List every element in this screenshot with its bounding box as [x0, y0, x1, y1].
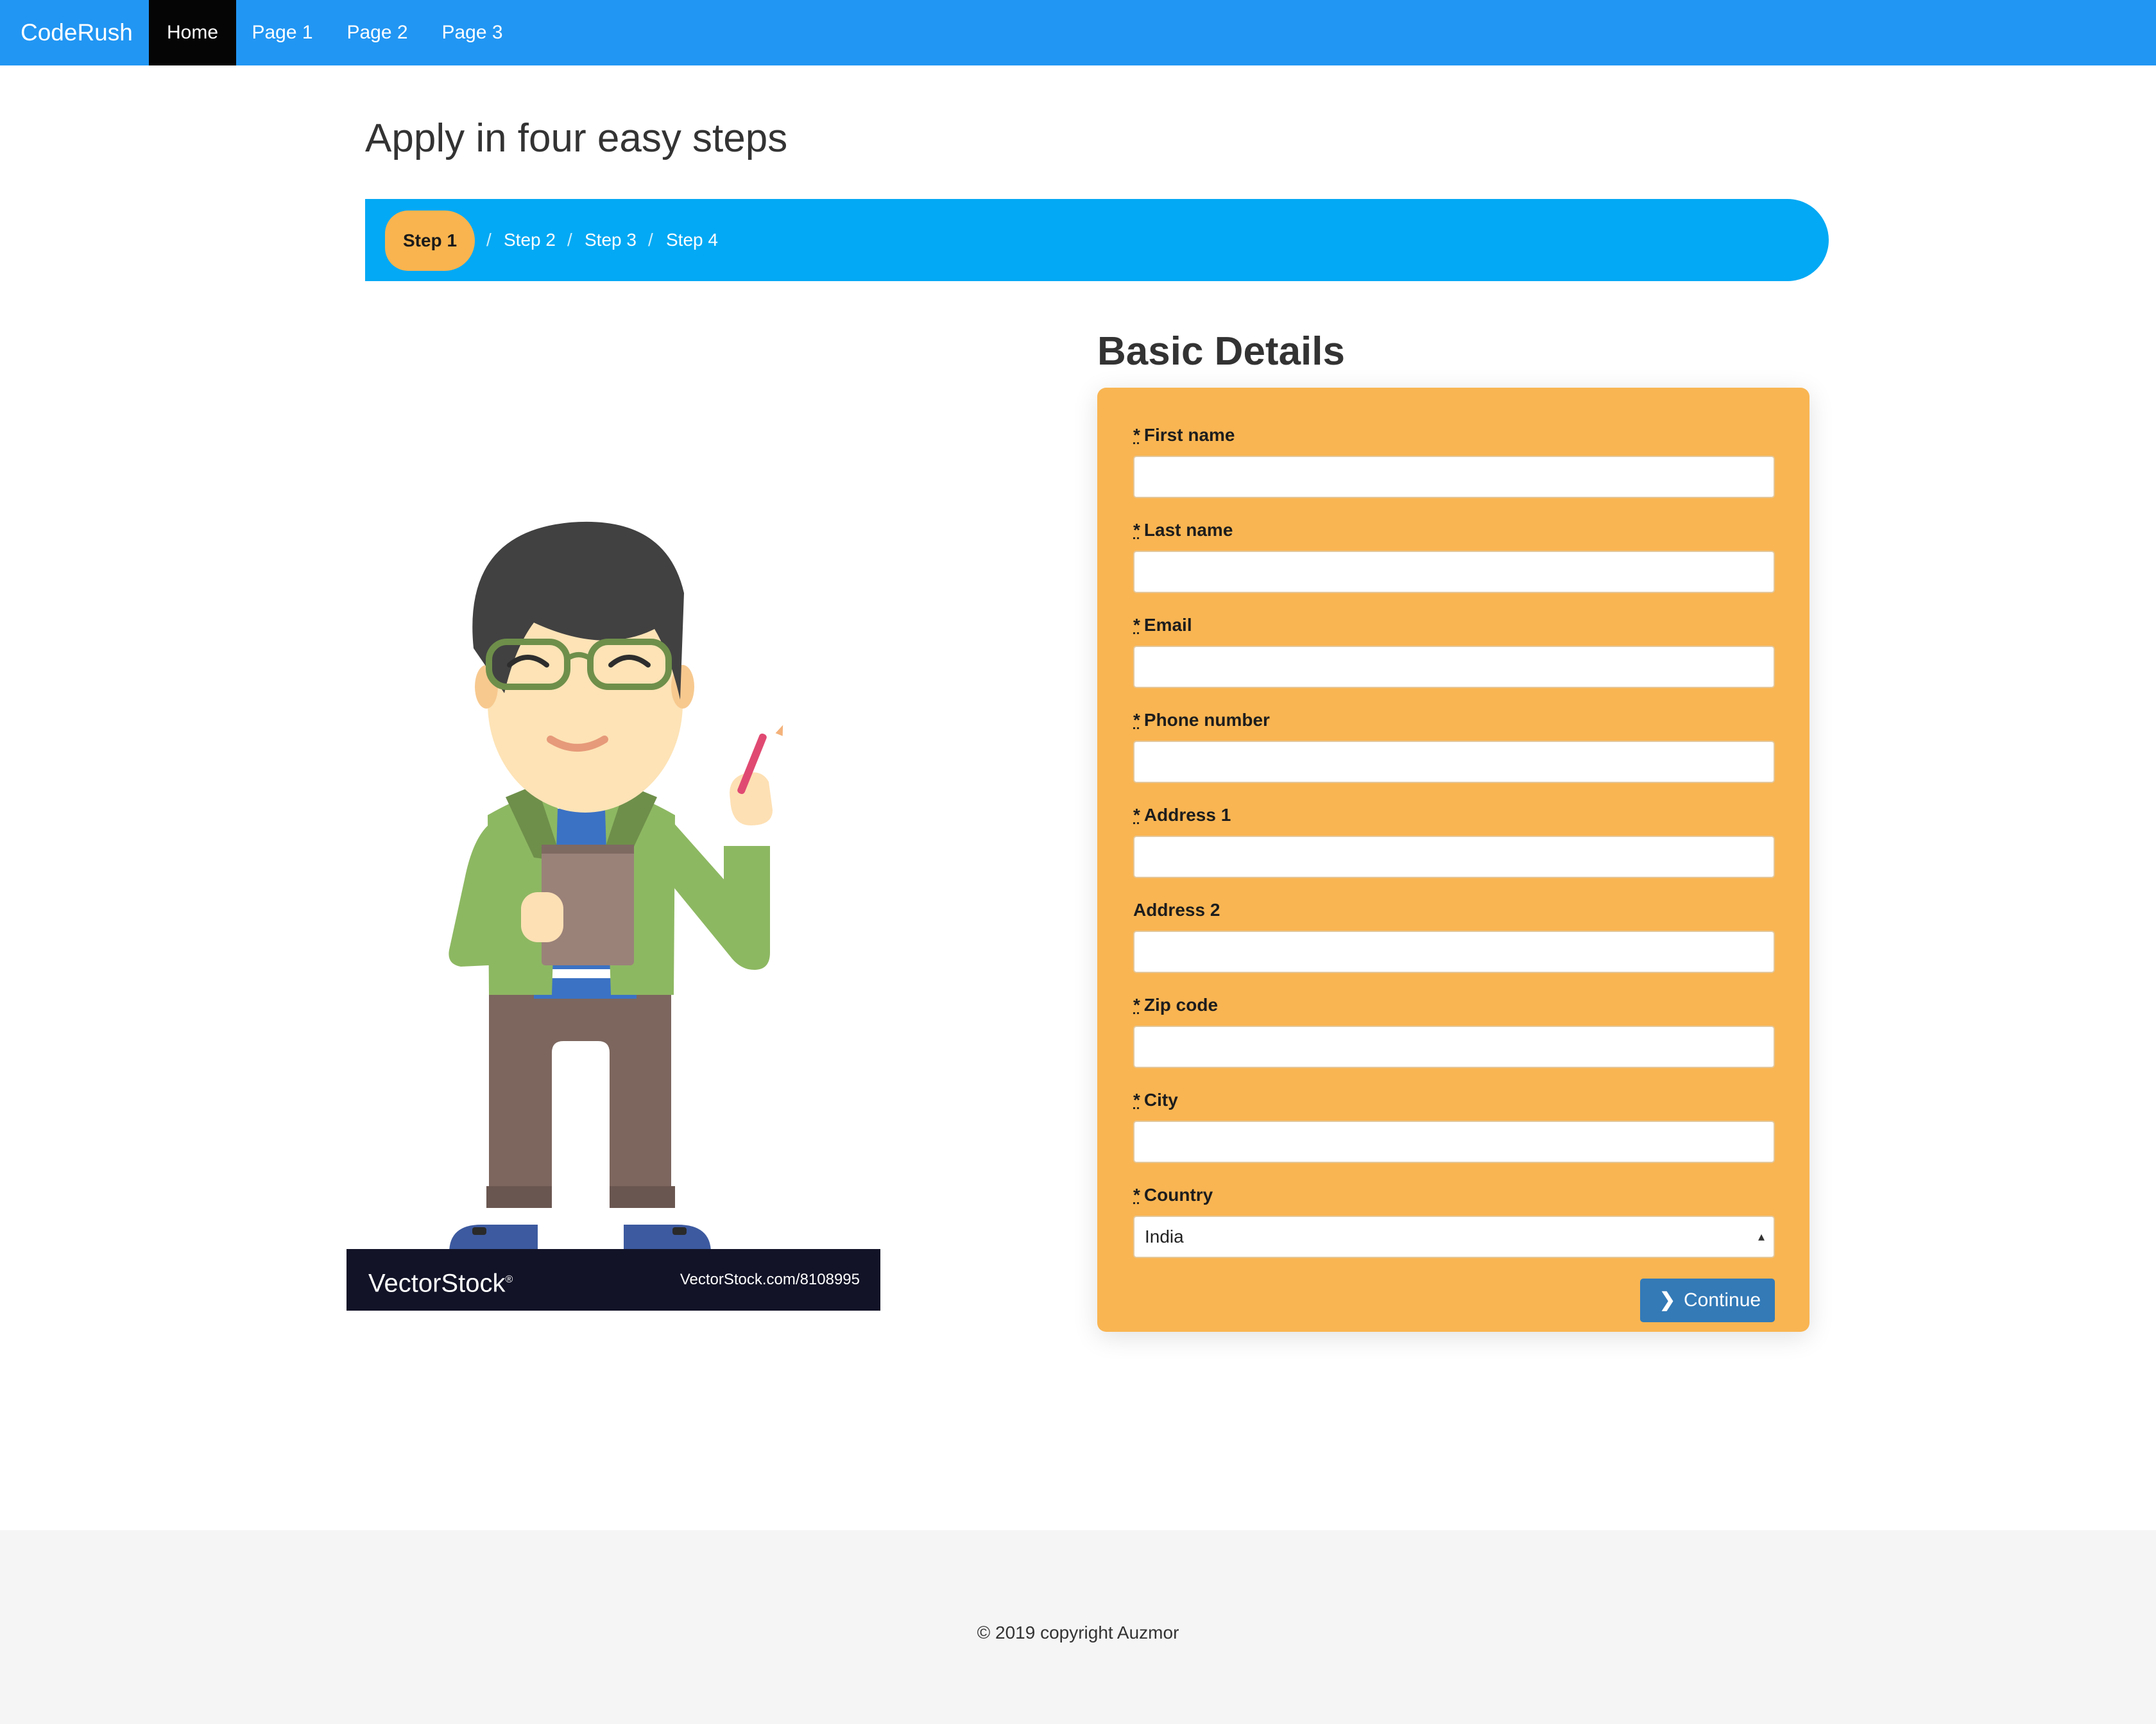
city-label: * City	[1133, 1090, 1178, 1110]
last-name-input[interactable]	[1133, 551, 1775, 593]
first-name-label: * First name	[1133, 425, 1235, 445]
city-input[interactable]	[1133, 1121, 1775, 1163]
vectorstock-watermark: VectorStock® VectorStock.com/8108995	[346, 1249, 880, 1311]
country-selected-value: India	[1145, 1227, 1184, 1246]
top-navbar: CodeRush Home Page 1 Page 2 Page 3	[0, 0, 2156, 65]
address-2-input[interactable]	[1133, 931, 1775, 973]
zip-code-label: * Zip code	[1133, 995, 1219, 1015]
page-title: Apply in four easy steps	[365, 116, 788, 160]
last-name-label: * Last name	[1133, 520, 1233, 540]
country-label: * Country	[1133, 1185, 1213, 1205]
step-3[interactable]: Step 3	[585, 199, 637, 281]
continue-button[interactable]: ❯ Continue	[1640, 1279, 1775, 1322]
step-progress-bar: Step 1 / Step 2 / Step 3 / Step 4	[365, 199, 1829, 281]
step-1-active[interactable]: Step 1	[385, 211, 475, 271]
country-select[interactable]: India ▴	[1133, 1216, 1775, 1258]
zip-code-input[interactable]	[1133, 1026, 1775, 1068]
footer: © 2019 copyright Auzmor	[0, 1530, 2156, 1724]
vectorstock-logo: VectorStock®	[368, 1269, 513, 1298]
phone-number-input[interactable]	[1133, 741, 1775, 783]
step-separator: /	[567, 230, 572, 250]
watermark-url: VectorStock.com/8108995	[680, 1271, 860, 1288]
select-arrows-icon: ▴	[1758, 1230, 1765, 1244]
step-separator: /	[648, 230, 653, 250]
email-label: * Email	[1133, 615, 1192, 635]
email-input[interactable]	[1133, 646, 1775, 688]
address-1-label: * Address 1	[1133, 805, 1231, 825]
continue-label: Continue	[1684, 1289, 1761, 1311]
basic-details-title: Basic Details	[1097, 329, 1345, 374]
address-1-input[interactable]	[1133, 836, 1775, 878]
address-2-label: Address 2	[1133, 900, 1220, 920]
nav-item-home[interactable]: Home	[149, 0, 236, 65]
step-separator: /	[486, 230, 492, 250]
basic-details-form: * First name * Last name * Email * Phone num…	[1097, 388, 1810, 1332]
chevron-right-icon: ❯	[1659, 1289, 1676, 1311]
phone-number-label: * Phone number	[1133, 710, 1270, 730]
nav-item-page-2[interactable]: Page 2	[334, 0, 421, 65]
nav-item-page-3[interactable]: Page 3	[429, 0, 516, 65]
footer-copyright: © 2019 copyright Auzmor	[977, 1623, 1179, 1642]
brand-logo[interactable]: CodeRush	[21, 0, 133, 65]
nav-item-page-1[interactable]: Page 1	[239, 0, 326, 65]
character-illustration	[449, 521, 783, 1253]
first-name-input[interactable]	[1133, 456, 1775, 498]
step-2[interactable]: Step 2	[504, 199, 556, 281]
step-4[interactable]: Step 4	[666, 199, 718, 281]
